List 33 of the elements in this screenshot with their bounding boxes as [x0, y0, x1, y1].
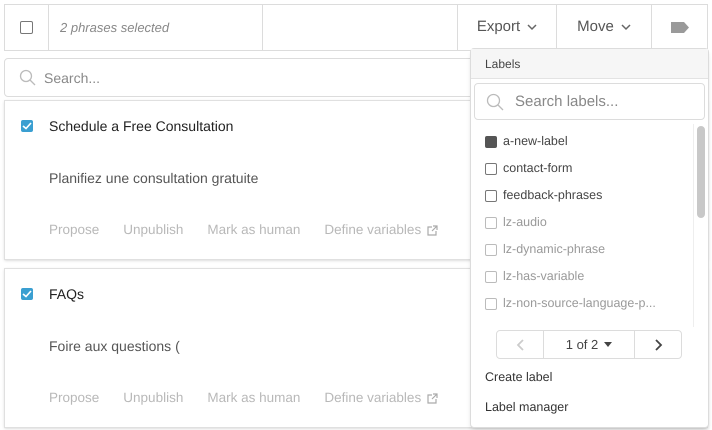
action-link[interactable]: Define variables: [324, 388, 438, 408]
caret-icon: [604, 342, 612, 347]
phrase-title: FAQs: [49, 285, 84, 304]
label-option[interactable]: a-new-label: [485, 128, 693, 155]
chevron-down-icon: [527, 24, 538, 31]
label-search-field[interactable]: Search labels...: [474, 83, 705, 120]
selection-count: 2 phrases selected: [60, 18, 170, 37]
tag-icon: [670, 22, 688, 33]
chevron-down-icon: [620, 24, 631, 31]
action-link[interactable]: Mark as human: [207, 388, 300, 408]
action-link[interactable]: Propose: [49, 388, 100, 408]
menu-title: Labels: [485, 56, 520, 72]
menu-link[interactable]: Create label: [485, 368, 552, 387]
action-link[interactable]: Define variables: [324, 220, 438, 240]
checkbox[interactable]: [20, 21, 33, 34]
label-option[interactable]: feedback-phrases: [485, 182, 693, 209]
menu-link[interactable]: Label manager: [485, 398, 568, 417]
action-link[interactable]: Mark as human: [207, 220, 300, 240]
label-option[interactable]: contact-form: [485, 155, 693, 182]
chevron-right-icon: [654, 338, 662, 350]
action-link[interactable]: Propose: [49, 220, 100, 240]
checkbox[interactable]: [21, 120, 33, 132]
external-link-icon: [427, 392, 438, 404]
checkbox[interactable]: [21, 288, 33, 300]
external-link-icon: [427, 224, 438, 236]
phrase-title: Schedule a Free Consultation: [49, 117, 234, 136]
action-link[interactable]: Unpublish: [123, 220, 184, 240]
translation-text: Foire aux questions (: [49, 337, 180, 356]
translation-text: Planifiez une consultation gratuite: [49, 169, 258, 188]
search-icon: [19, 69, 36, 86]
chevron-left-icon: [516, 338, 524, 350]
action-link[interactable]: Unpublish: [123, 388, 184, 408]
search-icon: [486, 93, 504, 111]
